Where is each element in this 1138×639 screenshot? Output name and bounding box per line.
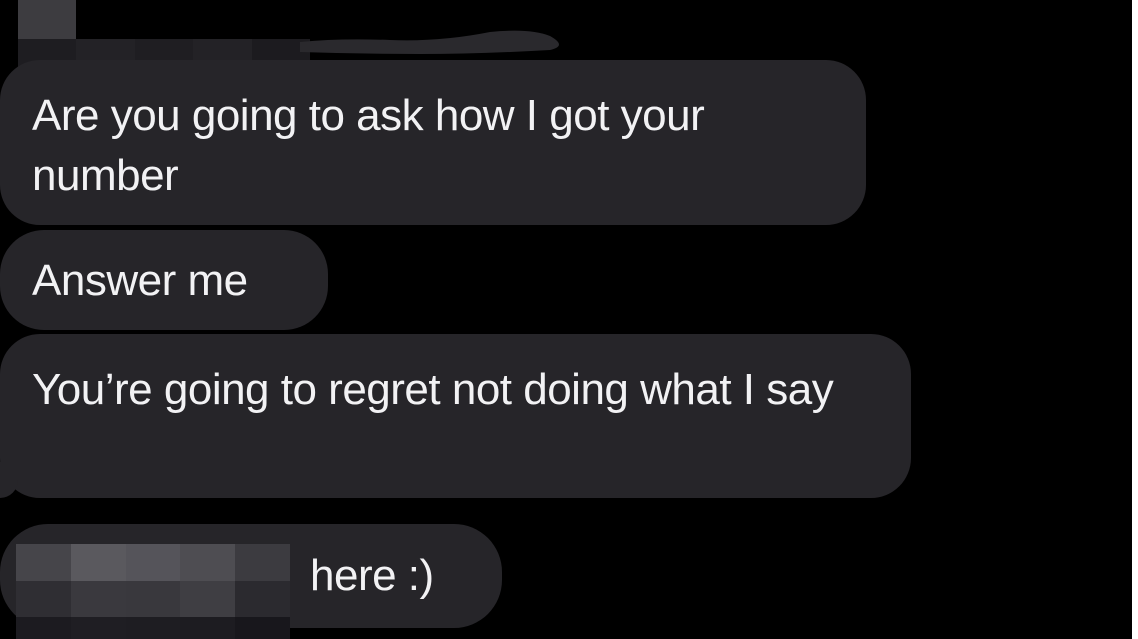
cropped-text-remnant [300,30,559,54]
message-bubble[interactable]: Answer me [0,230,328,330]
message-text: here :) [310,551,434,600]
message-bubble[interactable]: Are you going to ask how I got your numb… [0,60,866,225]
message-bubble[interactable]: You’re going to regret not doing what I … [0,334,911,498]
message-text: Answer me [32,256,248,305]
message-text: You’re going to regret not doing what I … [32,365,834,414]
redacted-area-bottom [16,544,290,639]
message-text: Are you going to ask how I got your numb… [32,91,705,200]
conversation-view: Are you going to ask how I got your numb… [0,0,1132,639]
bubble-tail [0,462,18,498]
